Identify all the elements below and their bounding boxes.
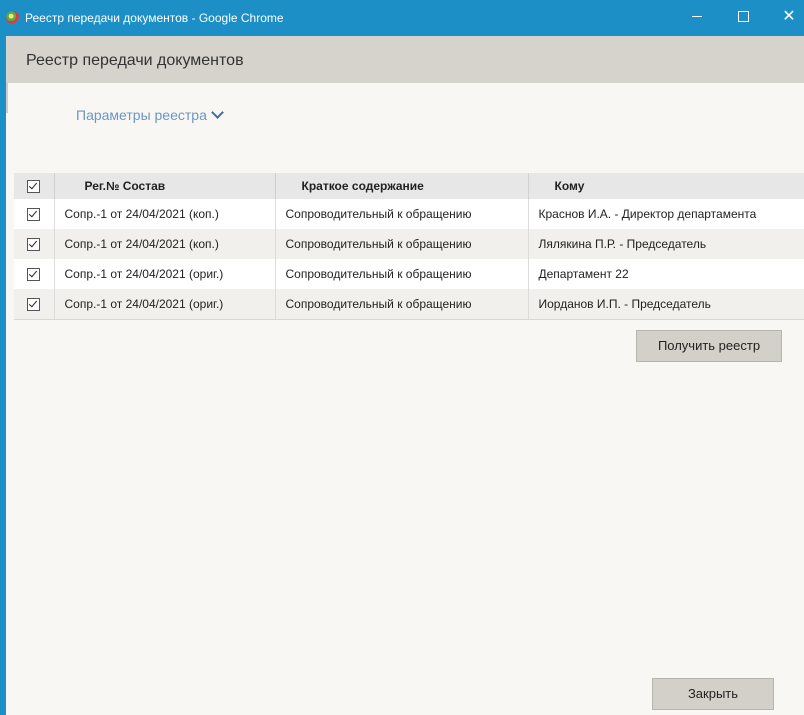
close-button[interactable]: Закрыть	[652, 678, 774, 710]
register-params-toggle[interactable]: Параметры реестра	[76, 106, 224, 123]
table-row[interactable]: Сопр.-1 от 24/04/2021 (ориг.) Сопроводит…	[14, 259, 804, 289]
row-checkbox[interactable]	[27, 298, 41, 312]
row-checkbox[interactable]	[27, 208, 41, 222]
reg-cell: Сопр.-1 от 24/04/2021 (ориг.)	[54, 289, 276, 320]
row-checkbox[interactable]	[27, 268, 41, 282]
close-icon: ✕	[782, 8, 796, 25]
reg-cell: Сопр.-1 от 24/04/2021 (ориг.)	[54, 259, 276, 289]
table-header-row: Рег.№ Состав Краткое содержание Кому	[14, 173, 804, 199]
summary-cell: Сопроводительный к обращению	[275, 289, 529, 320]
page-header: Реестр передачи документов	[6, 36, 804, 83]
table-row[interactable]: Сопр.-1 от 24/04/2021 (коп.) Сопроводите…	[14, 199, 804, 229]
maximize-button[interactable]	[720, 0, 766, 36]
get-register-button[interactable]: Получить реестр	[636, 330, 782, 362]
summary-cell: Сопроводительный к обращению	[275, 259, 529, 289]
summary-cell: Сопроводительный к обращению	[275, 229, 529, 259]
summary-cell: Сопроводительный к обращению	[275, 199, 529, 229]
title-bar: Реестр передачи документов - Google Chro…	[0, 0, 804, 36]
window-title: Реестр передачи документов - Google Chro…	[25, 11, 284, 25]
to-cell: Иорданов И.П. - Председатель	[528, 289, 804, 320]
column-header-reg[interactable]: Рег.№ Состав	[54, 173, 276, 199]
to-cell: Краснов И.А. - Директор департамента	[528, 199, 804, 229]
row-check-cell	[14, 199, 55, 229]
close-window-button[interactable]: ✕	[766, 0, 804, 36]
select-all-cell	[14, 173, 55, 199]
column-header-summary[interactable]: Краткое содержание	[275, 173, 529, 199]
dialog-window: Реестр передачи документов - Google Chro…	[0, 0, 804, 715]
chrome-icon	[6, 11, 19, 24]
chevron-down-icon	[211, 106, 224, 119]
table-row[interactable]: Сопр.-1 от 24/04/2021 (ориг.) Сопроводит…	[14, 289, 804, 320]
reg-cell: Сопр.-1 от 24/04/2021 (коп.)	[54, 199, 276, 229]
row-check-cell	[14, 229, 55, 259]
table-row[interactable]: Сопр.-1 от 24/04/2021 (коп.) Сопроводите…	[14, 229, 804, 259]
to-cell: Лялякина П.Р. - Председатель	[528, 229, 804, 259]
column-header-to[interactable]: Кому	[528, 173, 804, 199]
row-checkbox[interactable]	[27, 238, 41, 252]
reg-cell: Сопр.-1 от 24/04/2021 (коп.)	[54, 229, 276, 259]
documents-table: Рег.№ Состав Краткое содержание Кому Соп…	[14, 173, 804, 320]
row-check-cell	[14, 259, 55, 289]
register-params-label: Параметры реестра	[76, 107, 207, 123]
maximize-icon	[737, 11, 749, 23]
minimize-button[interactable]	[674, 0, 720, 36]
page-title: Реестр передачи документов	[26, 52, 244, 69]
row-check-cell	[14, 289, 55, 320]
minimize-icon	[692, 16, 702, 18]
to-cell: Департамент 22	[528, 259, 804, 289]
divider	[6, 83, 8, 113]
select-all-checkbox[interactable]	[27, 180, 41, 194]
